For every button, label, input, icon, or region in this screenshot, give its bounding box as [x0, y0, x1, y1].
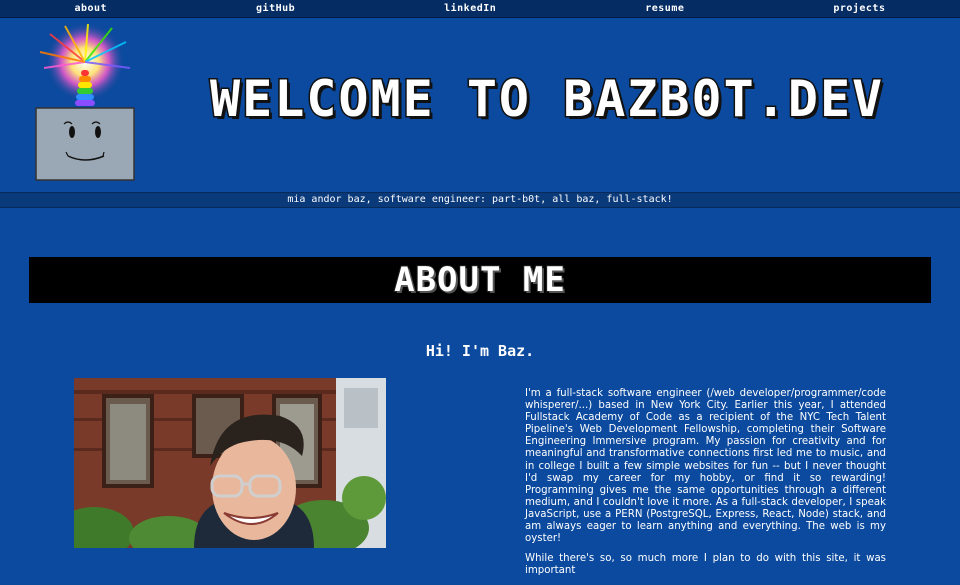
about-heading: ABOUT ME	[393, 259, 566, 301]
about-heading-band: ABOUT ME	[29, 257, 931, 303]
nav-link-about[interactable]: about	[74, 3, 107, 14]
site-header: WELCOME TO BAZB0T.DEV	[0, 18, 960, 192]
greeting-heading: Hi! I'm Baz.	[425, 342, 535, 360]
nav-link-projects[interactable]: projects	[833, 3, 885, 14]
bio-paragraph: I'm a full-stack software engineer (/web…	[525, 388, 886, 545]
page-title: WELCOME TO BAZB0T.DEV	[209, 70, 885, 128]
nav-link-resume[interactable]: resume	[645, 3, 684, 14]
top-nav: about gitHub linkedIn resume projects	[0, 0, 960, 18]
robot-logo-icon[interactable]	[30, 24, 140, 184]
bio-paragraph: While there's so, so much more I plan to…	[525, 553, 886, 577]
tagline-bar: mia andor baz, software engineer: part-b…	[0, 192, 960, 208]
nav-link-github[interactable]: gitHub	[256, 3, 295, 14]
bio-text: I'm a full-stack software engineer (/web…	[525, 388, 886, 585]
nav-link-linkedin[interactable]: linkedIn	[444, 3, 496, 14]
profile-photo	[74, 378, 386, 548]
